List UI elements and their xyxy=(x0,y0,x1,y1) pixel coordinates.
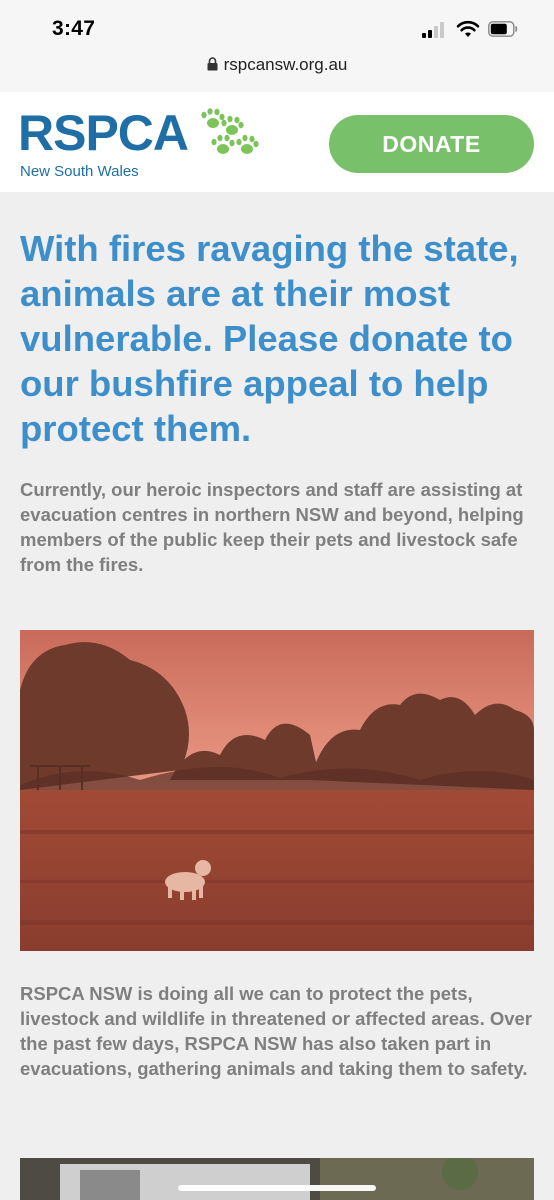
paw-prints-icon xyxy=(201,108,259,154)
page-headline: With fires ravaging the state, animals a… xyxy=(20,228,519,449)
lock-icon xyxy=(207,57,218,71)
donate-button[interactable]: DONATE xyxy=(329,115,534,173)
evacuation-photo xyxy=(20,1158,534,1200)
status-time: 3:47 xyxy=(52,17,96,40)
logo-subtitle: New South Wales xyxy=(20,163,139,180)
home-indicator[interactable] xyxy=(178,1185,376,1191)
url-display[interactable]: rspcansw.org.au xyxy=(207,55,348,75)
wifi-icon xyxy=(456,20,480,37)
status-icons xyxy=(422,20,522,40)
logo-text: RSPCA xyxy=(18,105,189,161)
url-text: rspcansw.org.au xyxy=(223,55,348,74)
address-bar[interactable]: rspcansw.org.au xyxy=(0,48,554,93)
rspca-logo[interactable]: RSPCA New South Wales xyxy=(18,105,268,180)
body-paragraph: RSPCA NSW is doing all we can to protect… xyxy=(20,983,533,1079)
battery-icon xyxy=(488,21,518,37)
status-bar: 3:47 xyxy=(0,0,554,48)
intro-paragraph: Currently, our heroic inspectors and sta… xyxy=(20,479,524,575)
bushfire-dog-photo xyxy=(20,630,534,951)
cellular-signal-icon xyxy=(422,22,446,38)
